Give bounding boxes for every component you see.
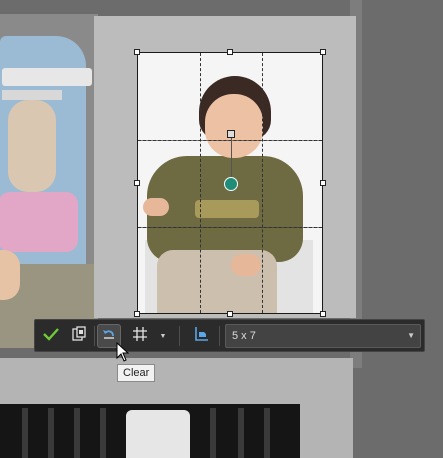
crop-frame[interactable]	[134, 49, 326, 317]
crop-toolbar: ▼ 5 x 7 ▼	[34, 319, 425, 352]
background-photo-bottom	[0, 358, 353, 458]
crop-handle-top[interactable]	[227, 49, 233, 55]
toolbar-separator	[219, 326, 220, 346]
crop-handle-top-right[interactable]	[320, 49, 326, 55]
print-size-select[interactable]: 5 x 7 ▼	[225, 324, 421, 348]
checkmark-icon	[43, 327, 59, 346]
print-size-value: 5 x 7	[232, 330, 256, 342]
crop-handle-left[interactable]	[134, 180, 140, 186]
grid-icon	[132, 326, 148, 347]
rotation-center-icon[interactable]	[224, 177, 238, 191]
tooltip-text: Clear	[123, 367, 150, 379]
crop-handle-bottom-left[interactable]	[134, 311, 140, 317]
crop-handle-top-left[interactable]	[134, 49, 140, 55]
crop-handle-right[interactable]	[320, 180, 326, 186]
rotation-line	[231, 133, 232, 183]
undo-clear-icon	[101, 326, 117, 347]
grid-button[interactable]	[128, 324, 152, 348]
chevron-down-icon: ▼	[159, 332, 167, 340]
rotation-handle[interactable]	[227, 130, 235, 138]
grid-line	[200, 53, 201, 313]
grid-line	[262, 53, 263, 313]
crop-handle-bottom[interactable]	[227, 311, 233, 317]
save-crop-icon	[71, 325, 87, 347]
chevron-down-icon: ▼	[407, 331, 415, 340]
save-crop-button[interactable]	[67, 324, 91, 348]
orientation-icon	[193, 326, 209, 347]
tooltip: Clear	[117, 364, 156, 382]
apply-button[interactable]	[39, 324, 63, 348]
toolbar-separator	[94, 326, 95, 346]
toolbar-separator	[179, 326, 180, 346]
grid-options-dropdown[interactable]: ▼	[156, 324, 170, 348]
orientation-button[interactable]	[189, 324, 213, 348]
background-photo-left	[0, 14, 98, 348]
crop-handle-bottom-right[interactable]	[320, 311, 326, 317]
